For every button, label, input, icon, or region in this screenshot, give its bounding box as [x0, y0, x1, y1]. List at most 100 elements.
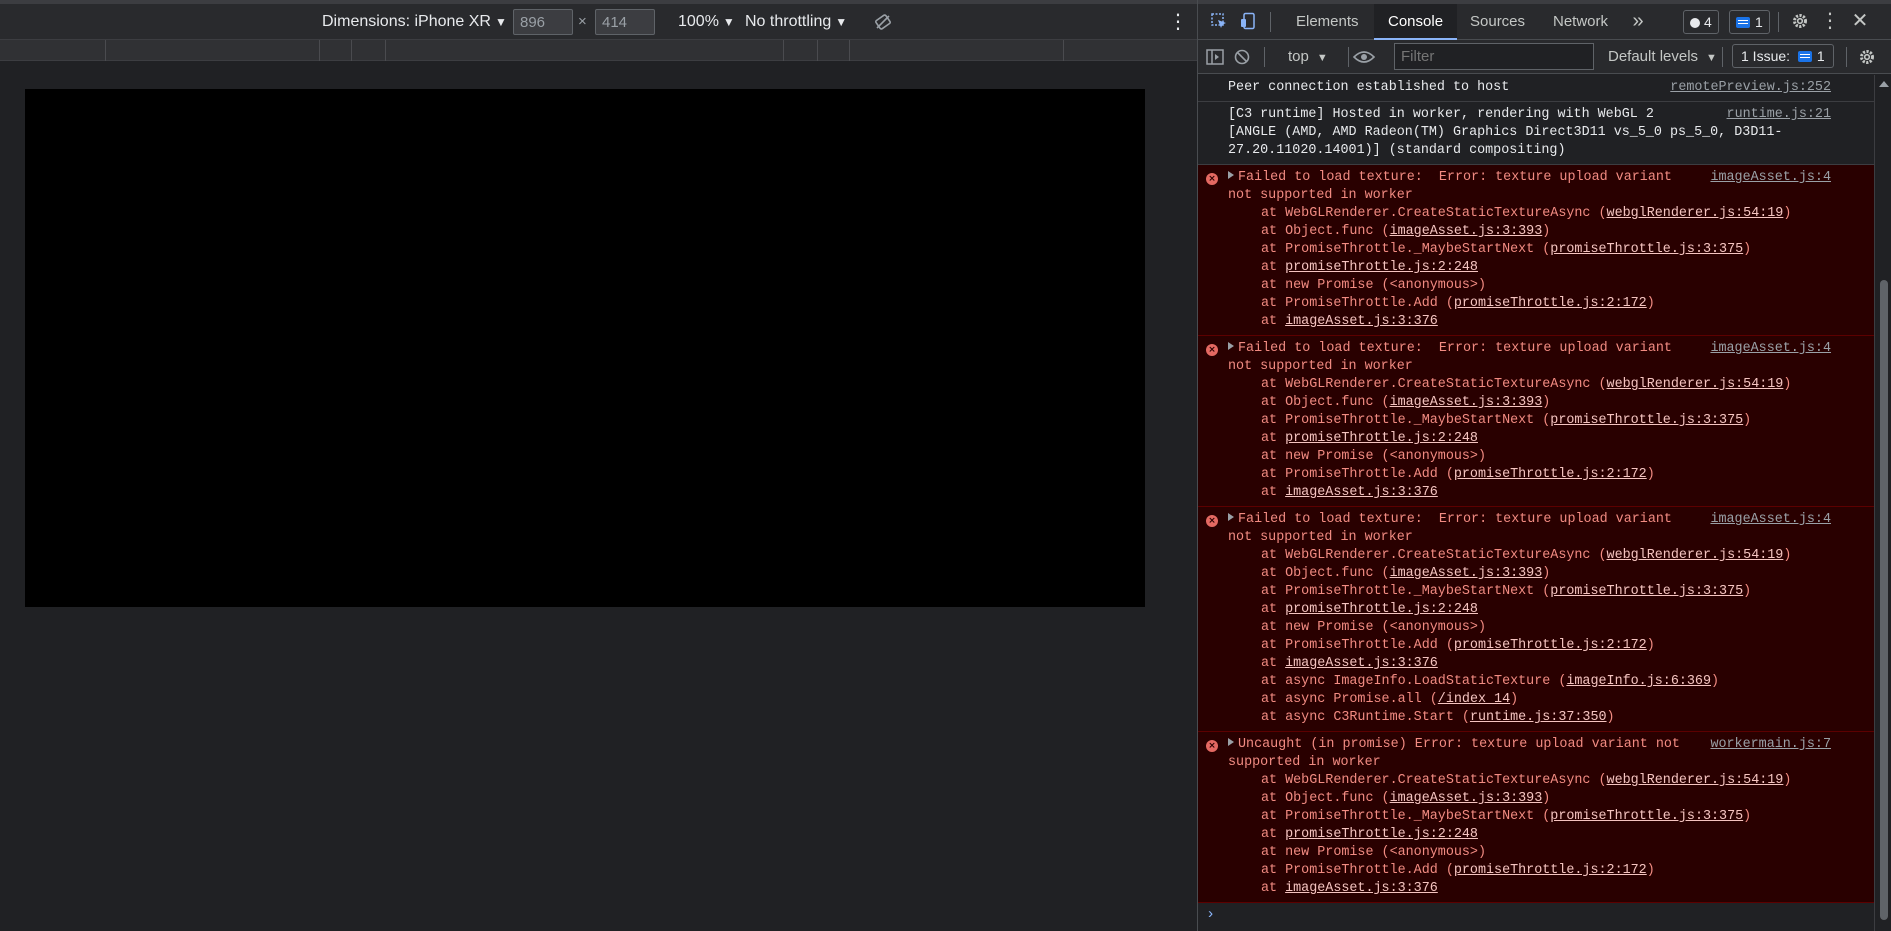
source-link[interactable]: remotePreview.js:252	[1650, 79, 1831, 97]
stack-frame: at async ImageInfo.LoadStaticTexture (im…	[1228, 673, 1834, 691]
stack-frame-link[interactable]: webglRenderer.js:54:19	[1607, 377, 1784, 392]
stack-frame-text: at	[1261, 827, 1286, 842]
stack-frame-text: at WebGLRenderer.CreateStaticTextureAsyn…	[1261, 206, 1607, 221]
stack-frame-suffix: )	[1510, 692, 1519, 707]
stack-frame-link[interactable]: promiseThrottle.js:2:248	[1285, 260, 1478, 275]
tab-sources[interactable]: Sources	[1456, 4, 1539, 39]
device-dimensions-dropdown[interactable]: Dimensions: iPhone XR ▼	[322, 4, 507, 40]
rotate-icon[interactable]	[874, 4, 894, 40]
log-levels-label: Default levels	[1608, 48, 1699, 65]
console-scrollbar[interactable]	[1874, 75, 1891, 931]
stack-frame-text: at Object.func (	[1261, 791, 1390, 806]
stack-frame-link[interactable]: promiseThrottle.js:2:248	[1285, 431, 1478, 446]
device-height-input[interactable]	[595, 9, 655, 35]
console-messages: Peer connection established to host remot…	[1198, 75, 1874, 931]
log-message-text: [ANGLE (AMD, AMD Radeon(TM) Graphics Dir…	[1228, 125, 1783, 140]
clear-console-icon[interactable]	[1234, 40, 1256, 74]
stack-frame-link[interactable]: promiseThrottle.js:2:172	[1454, 296, 1647, 311]
settings-gear-icon[interactable]	[1788, 4, 1812, 39]
stack-frame-link[interactable]: /index 14	[1438, 692, 1510, 707]
stack-frame: at async C3Runtime.Start (runtime.js:37:…	[1228, 709, 1834, 727]
stack-frame-link[interactable]: promiseThrottle.js:2:172	[1454, 638, 1647, 653]
more-tabs-icon[interactable]: »	[1628, 4, 1648, 39]
tab-network[interactable]: Network	[1539, 4, 1622, 39]
stack-frame-link[interactable]: webglRenderer.js:54:19	[1607, 773, 1784, 788]
source-link[interactable]: imageAsset.js:4	[1690, 169, 1831, 187]
stack-frame-link[interactable]: imageAsset.js:3:376	[1285, 656, 1438, 671]
device-toolbar-more-icon[interactable]: ⋮	[1168, 4, 1188, 40]
issues-count-badge[interactable]: 4	[1683, 10, 1719, 34]
stack-frame-link[interactable]: promiseThrottle.js:2:172	[1454, 467, 1647, 482]
throttling-dropdown[interactable]: No throttling ▼	[745, 4, 847, 40]
console-prompt[interactable]: ›	[1198, 903, 1874, 927]
source-link[interactable]: runtime.js:21	[1707, 106, 1831, 124]
stack-frame-link[interactable]: promiseThrottle.js:3:375	[1550, 809, 1743, 824]
stack-frame-link[interactable]: webglRenderer.js:54:19	[1607, 548, 1784, 563]
error-icon: ×	[1206, 515, 1218, 527]
expand-triangle-icon[interactable]	[1228, 342, 1234, 350]
device-width-input[interactable]	[513, 9, 573, 35]
error-icon: ×	[1206, 173, 1218, 185]
console-toolbar: top ▼ Default levels ▼ 1 Issue: 1	[1198, 40, 1891, 74]
stack-frame-text: at PromiseThrottle.Add (	[1261, 638, 1454, 653]
log-levels-dropdown[interactable]: Default levels ▼	[1608, 40, 1717, 74]
device-toolbar: Dimensions: iPhone XR▼ × 100%▼ No thrott…	[0, 0, 1197, 40]
ruler-divider	[105, 40, 106, 61]
stack-frame-link[interactable]: imageAsset.js:3:393	[1390, 566, 1543, 581]
stack-frame-suffix: )	[1542, 791, 1551, 806]
error-message-text: Failed to load texture: Error: texture u…	[1238, 512, 1672, 527]
ruler-divider	[817, 40, 818, 61]
sidebar-toggle-icon[interactable]	[1206, 40, 1228, 74]
stack-frame-link[interactable]: promiseThrottle.js:3:375	[1550, 584, 1743, 599]
expand-triangle-icon[interactable]	[1228, 171, 1234, 179]
tab-elements[interactable]: Elements	[1282, 4, 1373, 39]
scrollbar-thumb[interactable]	[1880, 280, 1888, 920]
stack-frame-link[interactable]: imageAsset.js:3:376	[1285, 881, 1438, 896]
stack-frame-link[interactable]: promiseThrottle.js:3:375	[1550, 242, 1743, 257]
stack-frame-link[interactable]: imageInfo.js:6:369	[1566, 674, 1711, 689]
stack-frame-link[interactable]: promiseThrottle.js:2:172	[1454, 863, 1647, 878]
stack-frame-link[interactable]: promiseThrottle.js:3:375	[1550, 413, 1743, 428]
tab-console[interactable]: Console	[1374, 4, 1458, 40]
stack-frame-suffix: )	[1783, 377, 1792, 392]
expand-triangle-icon[interactable]	[1228, 513, 1234, 521]
stack-frame-link[interactable]: runtime.js:37:350	[1470, 710, 1607, 725]
stack-frame-suffix: )	[1646, 863, 1655, 878]
messages-badge[interactable]: 1	[1729, 10, 1770, 34]
stack-frame: at new Promise (<anonymous>)	[1228, 448, 1834, 466]
stack-frame-link[interactable]: imageAsset.js:3:376	[1285, 314, 1438, 329]
source-link[interactable]: workermain.js:7	[1690, 736, 1831, 754]
console-issues-button[interactable]: 1 Issue: 1	[1732, 44, 1834, 68]
devtools-more-icon[interactable]: ⋮	[1820, 4, 1840, 39]
stack-frame-link[interactable]: imageAsset.js:3:393	[1390, 791, 1543, 806]
context-selector[interactable]: top ▼	[1288, 40, 1328, 74]
stack-frame: at WebGLRenderer.CreateStaticTextureAsyn…	[1228, 547, 1834, 565]
error-message-line: supported in worker	[1228, 754, 1834, 772]
console-filter-input[interactable]	[1394, 43, 1594, 70]
stack-frame-text: at PromiseThrottle._MaybeStartNext (	[1261, 809, 1551, 824]
stack-frame: at async Promise.all (/index 14)	[1228, 691, 1834, 709]
inspect-element-icon[interactable]	[1206, 4, 1232, 39]
console-settings-gear-icon[interactable]	[1858, 40, 1882, 74]
source-link[interactable]: imageAsset.js:4	[1690, 340, 1831, 358]
stack-frame-link[interactable]: promiseThrottle.js:2:248	[1285, 602, 1478, 617]
console-error-message: × Failed to load texture: Error: texture …	[1198, 507, 1874, 732]
stack-frame-text: at new Promise (<anonymous>)	[1261, 620, 1486, 635]
stack-frame-link[interactable]: webglRenderer.js:54:19	[1607, 206, 1784, 221]
zoom-dropdown[interactable]: 100% ▼	[678, 4, 735, 40]
expand-triangle-icon[interactable]	[1228, 738, 1234, 746]
error-message-text: Failed to load texture: Error: texture u…	[1238, 341, 1672, 356]
live-expression-eye-icon[interactable]	[1352, 40, 1381, 74]
stack-frame: at promiseThrottle.js:2:248	[1228, 826, 1834, 844]
stack-frame-link[interactable]: promiseThrottle.js:2:248	[1285, 827, 1478, 842]
stack-frame-link[interactable]: imageAsset.js:3:393	[1390, 395, 1543, 410]
stack-frame-link[interactable]: imageAsset.js:3:393	[1390, 224, 1543, 239]
emulated-device-viewport[interactable]	[25, 89, 1145, 607]
stack-frame-text: at async ImageInfo.LoadStaticTexture (	[1261, 674, 1567, 689]
stack-frame-link[interactable]: imageAsset.js:3:376	[1285, 485, 1438, 500]
close-icon[interactable]: ✕	[1848, 4, 1872, 39]
source-link[interactable]: imageAsset.js:4	[1690, 511, 1831, 529]
device-toolbar-toggle-icon[interactable]	[1236, 4, 1262, 39]
error-message-line: not supported in worker	[1228, 358, 1834, 376]
scroll-up-arrow-icon[interactable]	[1879, 81, 1889, 87]
